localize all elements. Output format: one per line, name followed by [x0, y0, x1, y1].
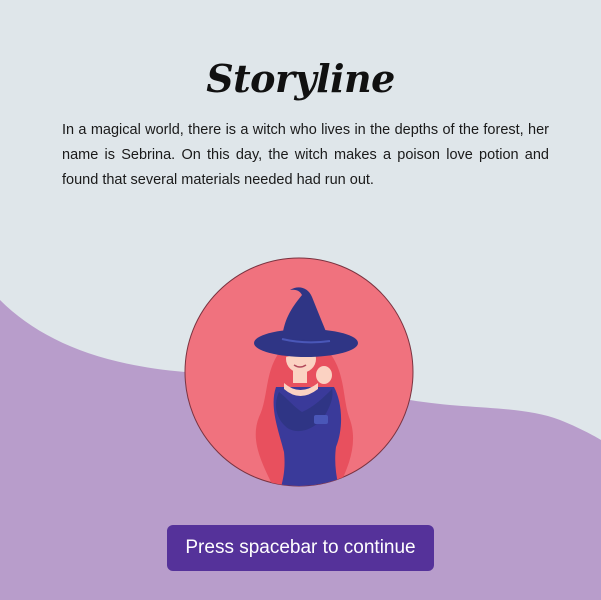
witch-portrait-icon — [184, 257, 414, 487]
story-text: In a magical world, there is a witch who… — [62, 122, 549, 188]
page-title: Storyline — [206, 56, 395, 101]
continue-button[interactable]: Press spacebar to continue — [167, 525, 434, 571]
